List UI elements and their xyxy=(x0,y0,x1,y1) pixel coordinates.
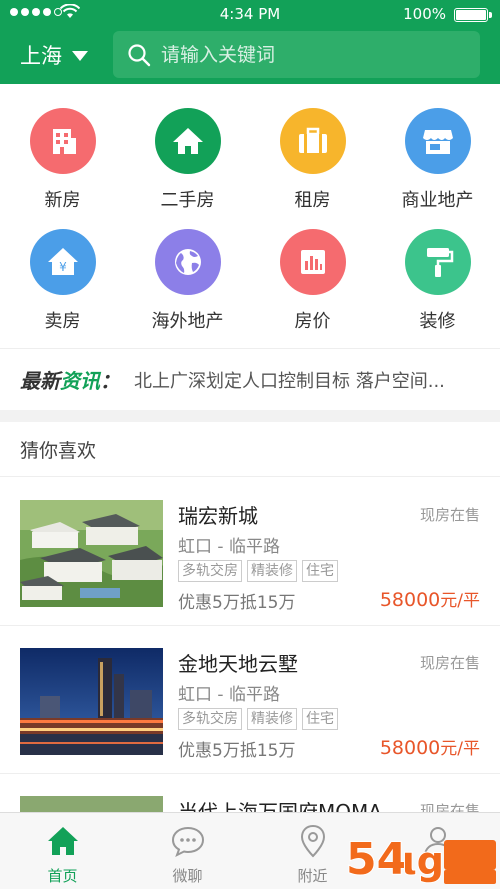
tab-label: 首页 xyxy=(47,867,78,885)
listing-tag: 住宅 xyxy=(302,708,338,730)
listing-location: 虹口 - 临平路 xyxy=(178,685,280,705)
listing-title: 瑞宏新城 xyxy=(178,504,258,528)
category-label: 卖房 xyxy=(44,311,81,332)
category-grid: 新房 二手房 租房 商业地产 ¥ 卖房 海外地产 房价 装修 xyxy=(0,84,500,348)
listing-title: 金地天地云墅 xyxy=(178,652,298,676)
home-icon xyxy=(46,823,80,859)
svg-text:¥: ¥ xyxy=(59,260,67,274)
chat-icon xyxy=(171,823,205,859)
category-label: 海外地产 xyxy=(151,311,224,332)
city-selector[interactable]: 上海 xyxy=(20,40,88,70)
listing-status: 现房在售 xyxy=(419,506,480,524)
category-overseas[interactable]: 海外地产 xyxy=(125,229,250,333)
category-label: 二手房 xyxy=(160,190,215,211)
city-label: 上海 xyxy=(20,44,62,68)
category-sell[interactable]: ¥ 卖房 xyxy=(0,229,125,333)
home-icon xyxy=(154,108,221,174)
listing-card[interactable]: 瑞宏新城 现房在售 虹口 - 临平路 多轨交房 精装修 住宅 优惠5万抵15万 … xyxy=(0,478,500,626)
category-label: 商业地产 xyxy=(401,190,474,211)
paint-roller-icon xyxy=(404,229,471,295)
tab-label: 微聊 xyxy=(172,867,203,885)
bar-chart-icon xyxy=(279,229,346,295)
category-label: 新房 xyxy=(44,190,81,211)
section-divider xyxy=(0,410,500,422)
tab-chat[interactable]: 微聊 xyxy=(125,813,250,889)
shop-icon xyxy=(404,108,471,174)
listing-tag: 精装修 xyxy=(247,560,297,582)
search-icon xyxy=(128,43,151,66)
svg-text:ιg: ιg xyxy=(402,839,444,883)
watermark-logo: 54 ιg xyxy=(345,833,496,886)
search-bar[interactable] xyxy=(113,31,480,78)
listing-price: 58000元/平 xyxy=(379,589,480,611)
category-house-price[interactable]: 房价 xyxy=(250,229,375,333)
svg-text:54: 54 xyxy=(346,834,407,885)
category-rent[interactable]: 租房 xyxy=(250,108,375,212)
status-bar: 4:34 PM 100% xyxy=(0,0,500,28)
listing-card[interactable]: 金地天地云墅 现房在售 虹口 - 临平路 多轨交房 精装修 住宅 优惠5万抵15… xyxy=(0,626,500,774)
listing-tag: 多轨交房 xyxy=(178,560,242,582)
category-label: 租房 xyxy=(294,190,331,211)
category-label: 房价 xyxy=(294,311,331,332)
battery-percent: 100% xyxy=(403,5,446,23)
category-second-hand[interactable]: 二手房 xyxy=(125,108,250,212)
news-tag: 最新资讯： xyxy=(20,369,120,393)
listing-tag: 精装修 xyxy=(247,708,297,730)
listing-location: 虹口 - 临平路 xyxy=(178,537,280,557)
tab-label: 附近 xyxy=(297,867,328,885)
listing-tag: 住宅 xyxy=(302,560,338,582)
location-pin-icon xyxy=(299,823,327,859)
caret-down-icon xyxy=(72,51,88,61)
tab-home[interactable]: 首页 xyxy=(0,813,125,889)
listing-thumbnail xyxy=(20,648,163,755)
app-header: 4:34 PM 100% 上海 xyxy=(0,0,500,84)
news-ticker[interactable]: 最新资讯： 北上广深划定人口控制目标 落户空间... xyxy=(0,348,500,410)
building-icon xyxy=(29,108,96,174)
listing-price: 58000元/平 xyxy=(379,737,480,759)
listing-promo: 优惠5万抵15万 xyxy=(178,741,296,761)
battery-icon xyxy=(454,8,492,22)
search-input[interactable] xyxy=(161,43,461,66)
briefcase-icon xyxy=(279,108,346,174)
listing-thumbnail xyxy=(20,500,163,607)
category-new-house[interactable]: 新房 xyxy=(0,108,125,212)
category-commercial[interactable]: 商业地产 xyxy=(375,108,500,212)
news-headline: 北上广深划定人口控制目标 落户空间... xyxy=(134,370,445,392)
house-yuan-icon: ¥ xyxy=(29,229,96,295)
category-decoration[interactable]: 装修 xyxy=(375,229,500,333)
category-label: 装修 xyxy=(419,311,456,332)
listing-tags: 多轨交房 精装修 住宅 xyxy=(178,560,338,582)
listing-status: 现房在售 xyxy=(419,654,480,672)
listing-tags: 多轨交房 精装修 住宅 xyxy=(178,708,338,730)
listing-tag: 多轨交房 xyxy=(178,708,242,730)
listing-promo: 优惠5万抵15万 xyxy=(178,593,296,613)
section-title: 猜你喜欢 xyxy=(0,422,500,477)
globe-icon xyxy=(154,229,221,295)
